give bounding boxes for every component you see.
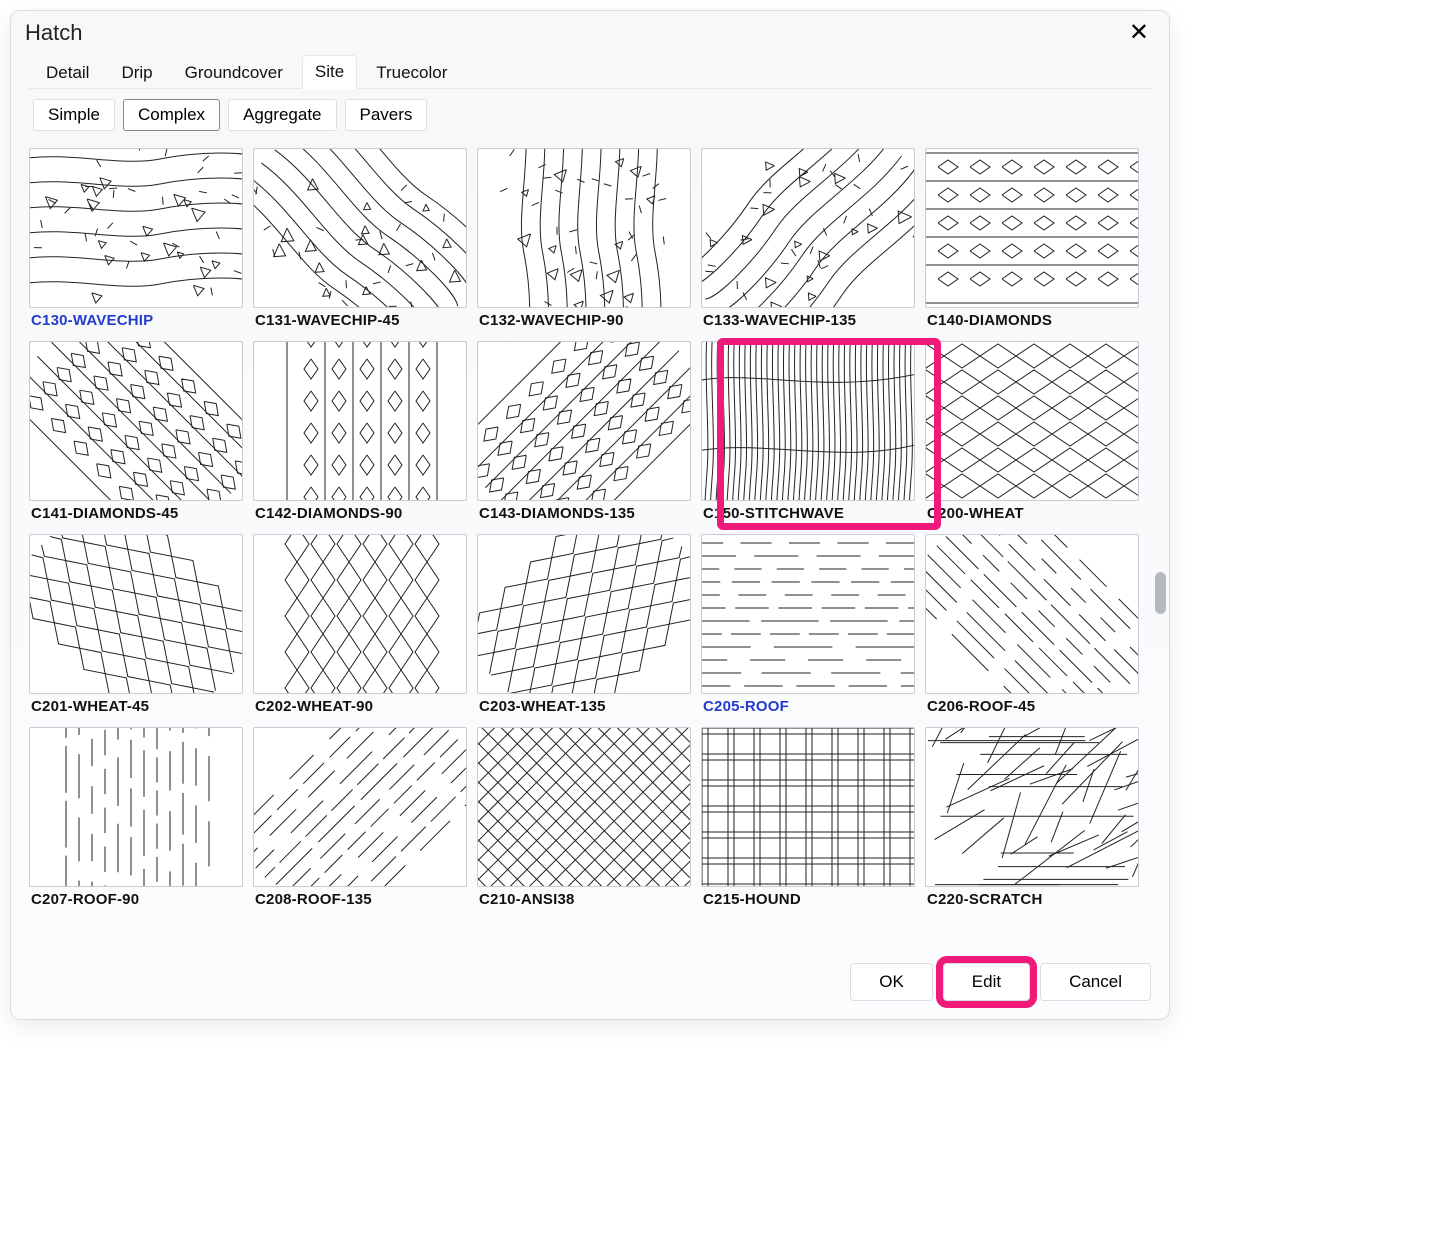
ok-button[interactable]: OK — [850, 963, 933, 1001]
pattern-thumb-c201-wheat-45[interactable] — [29, 534, 243, 694]
pattern-cell: C201-WHEAT-45 — [29, 534, 243, 723]
hatch-dialog: Hatch ✕ DetailDripGroundcoverSiteTruecol… — [10, 10, 1170, 1020]
tab-truecolor[interactable]: Truecolor — [363, 56, 460, 89]
tab-groundcover[interactable]: Groundcover — [172, 56, 296, 89]
pattern-cell: C140-DIAMONDS — [925, 148, 1139, 337]
subtab-aggregate[interactable]: Aggregate — [228, 99, 336, 131]
pattern-label: C206-ROOF-45 — [925, 694, 1139, 723]
pattern-grid: C130-WAVECHIP C131-WAVECHIP-45 C132-WAVECH… — [29, 142, 1151, 916]
cancel-button[interactable]: Cancel — [1040, 963, 1151, 1001]
pattern-cell: C131-WAVECHIP-45 — [253, 148, 467, 337]
titlebar: Hatch ✕ — [11, 11, 1169, 51]
pattern-thumb-c203-wheat-135[interactable] — [477, 534, 691, 694]
pattern-cell: C142-DIAMONDS-90 — [253, 341, 467, 530]
pattern-label: C200-WHEAT — [925, 501, 1139, 530]
pattern-thumb-c202-wheat-90[interactable] — [253, 534, 467, 694]
pattern-thumb-c207-roof-90[interactable] — [29, 727, 243, 887]
close-icon[interactable]: ✕ — [1123, 19, 1155, 47]
pattern-thumb-c150-stitchwave[interactable] — [701, 341, 915, 501]
pattern-cell: C207-ROOF-90 — [29, 727, 243, 916]
pattern-label: C133-WAVECHIP-135 — [701, 308, 915, 337]
pattern-cell: C210-ANSI38 — [477, 727, 691, 916]
pattern-label: C207-ROOF-90 — [29, 887, 243, 916]
pattern-cell: C220-SCRATCH — [925, 727, 1139, 916]
pattern-thumb-c206-roof-45[interactable] — [925, 534, 1139, 694]
pattern-cell: C133-WAVECHIP-135 — [701, 148, 915, 337]
pattern-cell: C150-STITCHWAVE — [701, 341, 915, 530]
edit-button[interactable]: Edit — [943, 963, 1030, 1001]
pattern-label: C150-STITCHWAVE — [701, 501, 915, 530]
tab-drip[interactable]: Drip — [108, 56, 165, 89]
tab-row: DetailDripGroundcoverSiteTruecolor — [29, 55, 1151, 89]
subtab-simple[interactable]: Simple — [33, 99, 115, 131]
pattern-thumb-c131-wavechip-45[interactable] — [253, 148, 467, 308]
tab-detail[interactable]: Detail — [33, 56, 102, 89]
pattern-cell: C143-DIAMONDS-135 — [477, 341, 691, 530]
pattern-thumb-c220-scratch[interactable] — [925, 727, 1139, 887]
pattern-thumb-c205-roof[interactable] — [701, 534, 915, 694]
tab-site[interactable]: Site — [302, 55, 357, 89]
subtab-pavers[interactable]: Pavers — [345, 99, 428, 131]
pattern-grid-wrap: C130-WAVECHIP C131-WAVECHIP-45 C132-WAVECH… — [29, 141, 1151, 949]
pattern-thumb-c133-wavechip-135[interactable] — [701, 148, 915, 308]
pattern-label: C202-WHEAT-90 — [253, 694, 467, 723]
pattern-thumb-c141-diamonds-45[interactable] — [29, 341, 243, 501]
pattern-label: C142-DIAMONDS-90 — [253, 501, 467, 530]
pattern-thumb-c130-wavechip[interactable] — [29, 148, 243, 308]
pattern-label: C201-WHEAT-45 — [29, 694, 243, 723]
pattern-cell: C130-WAVECHIP — [29, 148, 243, 337]
content: DetailDripGroundcoverSiteTruecolor Simpl… — [11, 51, 1169, 949]
scrollbar-thumb[interactable] — [1155, 572, 1166, 614]
pattern-label: C220-SCRATCH — [925, 887, 1139, 916]
pattern-thumb-c142-diamonds-90[interactable] — [253, 341, 467, 501]
pattern-label: C130-WAVECHIP — [29, 308, 243, 337]
subtab-row: SimpleComplexAggregate Pavers — [29, 89, 1151, 141]
pattern-cell: C200-WHEAT — [925, 341, 1139, 530]
pattern-thumb-c143-diamonds-135[interactable] — [477, 341, 691, 501]
pattern-cell: C202-WHEAT-90 — [253, 534, 467, 723]
dialog-footer: OK Edit Cancel — [11, 949, 1169, 1019]
pattern-thumb-c200-wheat[interactable] — [925, 341, 1139, 501]
pattern-thumb-c215-hound[interactable] — [701, 727, 915, 887]
pattern-thumb-c132-wavechip-90[interactable] — [477, 148, 691, 308]
pattern-cell: C132-WAVECHIP-90 — [477, 148, 691, 337]
pattern-label: C208-ROOF-135 — [253, 887, 467, 916]
pattern-label: C210-ANSI38 — [477, 887, 691, 916]
pattern-label: C132-WAVECHIP-90 — [477, 308, 691, 337]
pattern-cell: C203-WHEAT-135 — [477, 534, 691, 723]
pattern-thumb-c140-diamonds[interactable] — [925, 148, 1139, 308]
pattern-cell: C141-DIAMONDS-45 — [29, 341, 243, 530]
pattern-thumb-c210-ansi38[interactable] — [477, 727, 691, 887]
pattern-cell: C208-ROOF-135 — [253, 727, 467, 916]
subtab-complex[interactable]: Complex — [123, 99, 220, 131]
pattern-label: C215-HOUND — [701, 887, 915, 916]
pattern-cell: C206-ROOF-45 — [925, 534, 1139, 723]
pattern-cell: C215-HOUND — [701, 727, 915, 916]
pattern-label: C131-WAVECHIP-45 — [253, 308, 467, 337]
pattern-label: C143-DIAMONDS-135 — [477, 501, 691, 530]
pattern-label: C140-DIAMONDS — [925, 308, 1139, 337]
window-title: Hatch — [25, 20, 82, 46]
pattern-cell: C205-ROOF — [701, 534, 915, 723]
pattern-label: C141-DIAMONDS-45 — [29, 501, 243, 530]
pattern-label: C205-ROOF — [701, 694, 915, 723]
pattern-thumb-c208-roof-135[interactable] — [253, 727, 467, 887]
pattern-label: C203-WHEAT-135 — [477, 694, 691, 723]
